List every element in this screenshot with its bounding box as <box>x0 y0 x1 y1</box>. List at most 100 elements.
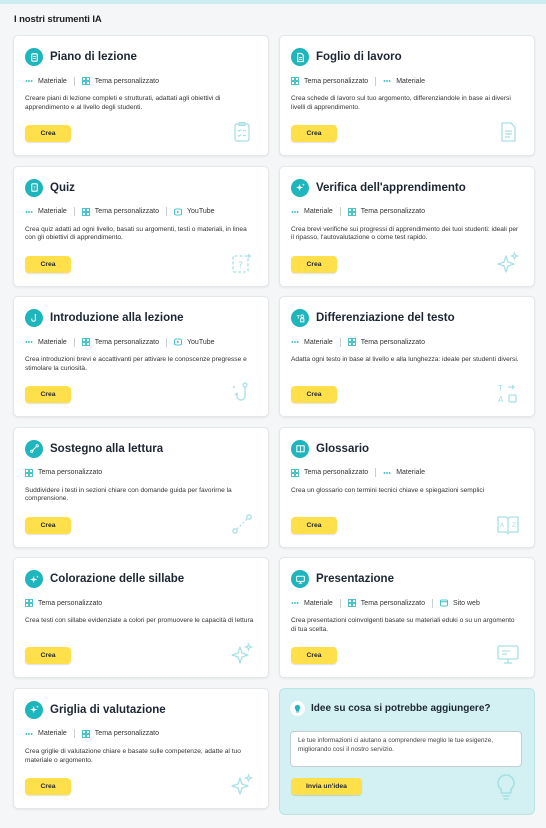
card-title: Presentazione <box>316 573 394 586</box>
card-title: Introduzione alla lezione <box>50 312 184 325</box>
tag-separator <box>166 337 167 347</box>
card-title: Colorazione delle sillabe <box>50 573 185 586</box>
card-title: Quiz <box>50 181 75 194</box>
create-button[interactable]: Crea <box>25 255 71 273</box>
card-header: Verifica dell'apprendimento <box>291 177 523 199</box>
card-tags: Materiale Tema personalizzato <box>291 336 523 348</box>
tag-label: Tema personalizzato <box>94 730 159 738</box>
tag: Sito web <box>440 599 480 607</box>
tag-separator <box>432 598 433 608</box>
tag-label: YouTube <box>187 338 215 346</box>
card-tags: Tema personalizzato <box>25 467 257 479</box>
grid-icon <box>347 207 356 216</box>
tag-separator <box>73 729 75 739</box>
tag-separator <box>339 337 341 347</box>
dots-icon <box>25 208 33 216</box>
idea-card: Idee su cosa si potrebbe aggiungere? Le … <box>279 687 535 815</box>
submit-idea-button[interactable]: Invia un'idea <box>291 777 362 795</box>
grid-icon <box>81 730 90 738</box>
grid-icon <box>291 77 299 85</box>
tag: Tema personalizzato <box>81 338 159 347</box>
tag-separator <box>73 76 75 86</box>
tag: Materiale <box>383 469 425 477</box>
card-tags: Materiale Tema personalizzato <box>291 206 523 218</box>
card-description: Crea griglie di valutazione chiare e bas… <box>25 747 241 764</box>
tool-card: T Differenziazione del testo Materiale Te… <box>279 296 535 418</box>
create-button[interactable]: Crea <box>291 647 337 665</box>
create-button[interactable]: Crea <box>25 777 71 795</box>
tag-label: Tema personalizzato <box>360 208 425 216</box>
question-box-icon: ? <box>230 251 254 275</box>
card-header: Presentazione <box>291 568 523 590</box>
card-description: Adatta ogni testo in base al livello e a… <box>291 356 519 364</box>
card-header: T Differenziazione del testo <box>291 307 523 329</box>
card-header: Sostegno alla lettura <box>25 438 257 460</box>
tools-grid: Piano di lezione Materiale Tema personali… <box>13 35 535 815</box>
sparkle-icon <box>291 178 309 197</box>
create-button[interactable]: Crea <box>291 255 337 273</box>
lightbulb-icon <box>290 701 305 717</box>
sparkle-icon <box>25 570 43 589</box>
idea-title: Idee su cosa si potrebbe aggiungere? <box>311 703 491 715</box>
create-button[interactable]: Crea <box>25 386 71 404</box>
tag: Materiale <box>25 338 67 346</box>
tag-separator <box>375 468 377 478</box>
book-az-icon: AZ <box>496 512 520 536</box>
card-tags: Materiale Tema personalizzato Sito web <box>291 597 523 609</box>
text-shapes-icon: T <box>291 309 309 328</box>
card-tags: Materiale Tema personalizzato YouTube <box>25 336 257 348</box>
tool-card: Glossario Tema personalizzato Materiale C… <box>279 426 535 548</box>
card-title: Sostegno alla lettura <box>50 442 164 455</box>
sparkles-icon <box>230 642 254 666</box>
card-title: Piano di lezione <box>50 51 137 63</box>
tag: Tema personalizzato <box>81 730 159 738</box>
create-button[interactable]: Crea <box>25 647 71 665</box>
tag-label: Tema personalizzato <box>38 469 103 477</box>
tool-card: Verifica dell'apprendimento Materiale Tem… <box>279 165 535 287</box>
tag-label: Materiale <box>304 208 333 216</box>
create-button[interactable]: Crea <box>25 125 71 142</box>
card-tags: Materiale Tema personalizzato YouTube <box>25 206 257 218</box>
tag-label: Tema personalizzato <box>38 599 103 607</box>
document-icon <box>291 48 309 66</box>
book-icon <box>291 439 309 458</box>
dots-icon <box>291 599 299 607</box>
dots-icon <box>25 338 33 346</box>
create-button[interactable]: Crea <box>25 516 71 534</box>
fish-hook-icon <box>230 381 254 405</box>
browser-icon <box>440 599 448 607</box>
svg-text:T: T <box>497 384 503 393</box>
tag-separator <box>73 337 75 347</box>
svg-text:?: ? <box>238 261 243 271</box>
tag: Tema personalizzato <box>291 77 368 85</box>
sparkle-icon <box>25 700 43 719</box>
clipboard-icon <box>25 48 43 66</box>
card-tags: Materiale Tema personalizzato <box>25 728 257 740</box>
grid-icon <box>291 468 299 477</box>
card-description: Crea presentazioni coinvolgenti basate s… <box>291 617 515 633</box>
create-button[interactable]: Crea <box>291 386 337 404</box>
svg-text:A: A <box>498 395 504 404</box>
idea-input[interactable]: Le tue informazioni ci aiutano a compren… <box>290 730 522 767</box>
tool-card: ? Quiz Materiale Tema personalizzato YouTu… <box>13 165 269 287</box>
quiz-icon: ? <box>25 178 43 197</box>
card-tags: Materiale Tema personalizzato <box>25 75 257 87</box>
card-header: Introduzione alla lezione <box>25 307 257 329</box>
tag-label: Materiale <box>396 77 425 85</box>
tag-label: Materiale <box>38 208 67 216</box>
tag-label: Sito web <box>453 599 480 607</box>
dots-icon <box>291 338 299 346</box>
create-button[interactable]: Crea <box>291 125 337 142</box>
tool-card: Colorazione delle sillabe Tema personali… <box>13 557 269 679</box>
tool-card: Piano di lezione Materiale Tema personali… <box>13 35 269 156</box>
tag-label: Tema personalizzato <box>94 208 159 216</box>
tag: Materiale <box>291 208 333 216</box>
grid-icon <box>25 599 33 608</box>
dots-icon <box>291 208 299 216</box>
sparkles-icon <box>496 250 520 275</box>
create-button[interactable]: Crea <box>291 516 337 534</box>
grid-icon <box>81 207 90 216</box>
card-description: Creare piani di lezione completi e strut… <box>25 95 221 111</box>
card-header: Piano di lezione <box>25 46 257 68</box>
tag-label: Tema personalizzato <box>304 77 369 85</box>
